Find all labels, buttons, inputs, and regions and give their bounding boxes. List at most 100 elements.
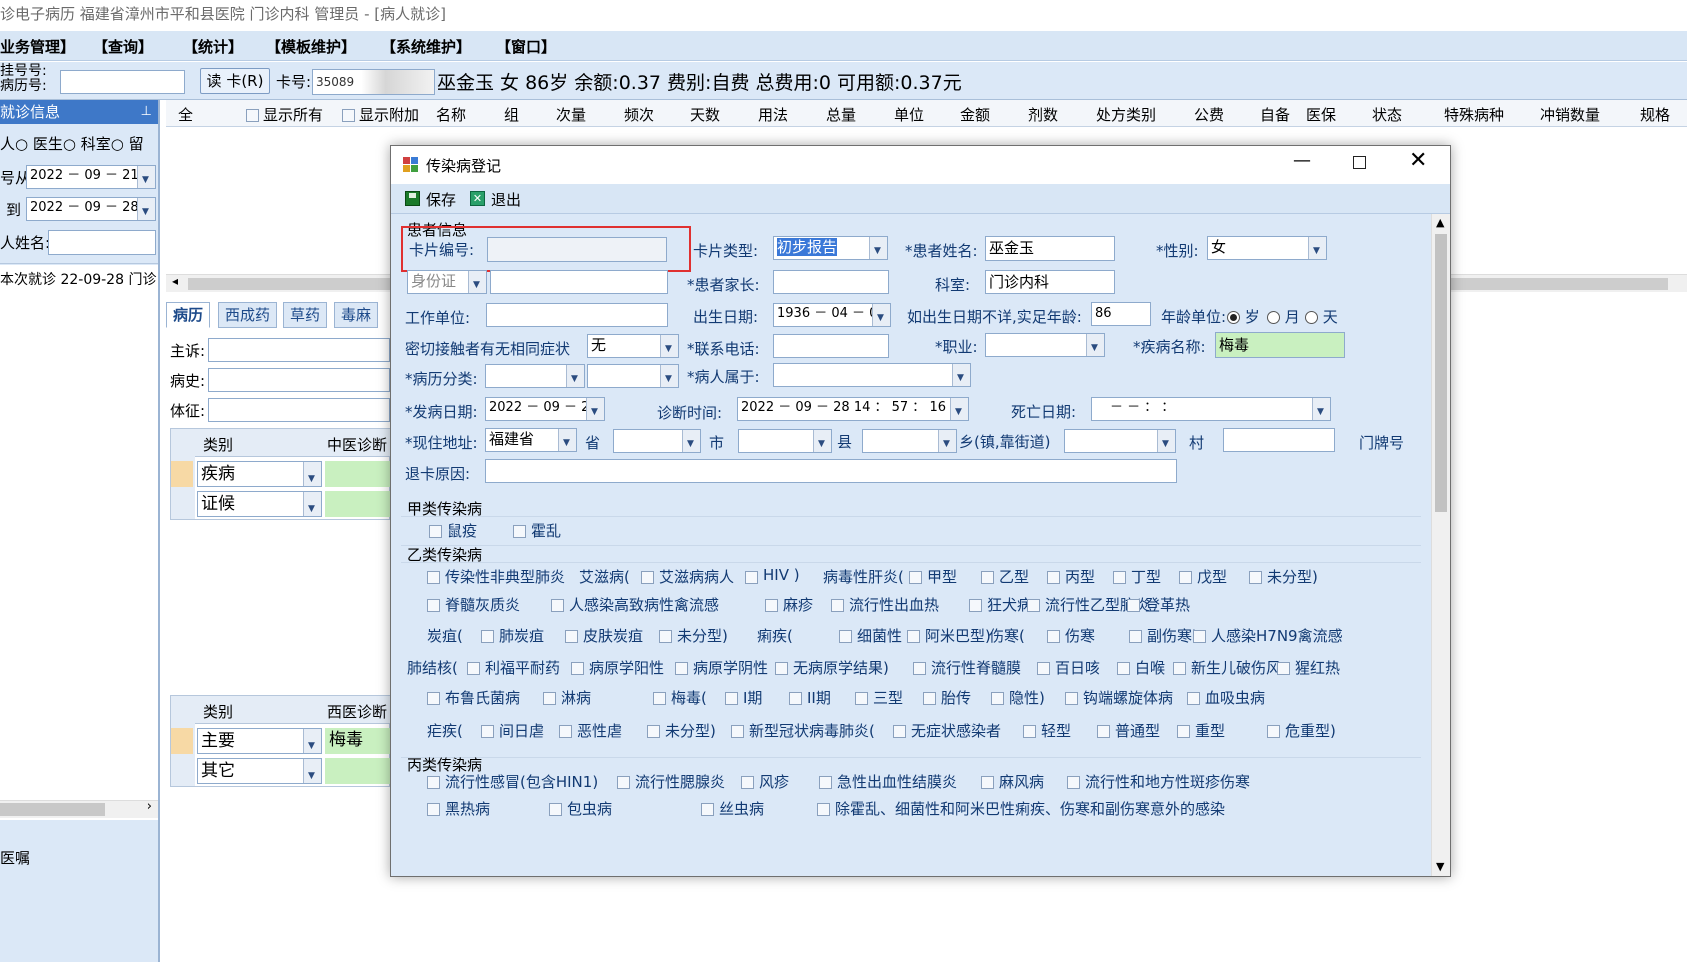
checkbox[interactable] [913, 662, 926, 675]
checkbox[interactable] [659, 630, 672, 643]
onset-date-picker[interactable]: 2022 － 09 － 28 [485, 397, 605, 421]
col-status[interactable]: 状态 [1372, 104, 1402, 125]
complaint-input[interactable] [208, 338, 390, 362]
col-offset[interactable]: 冲销数量 [1540, 104, 1600, 125]
chevron-down-icon[interactable] [566, 365, 584, 387]
chevron-down-icon[interactable] [303, 462, 321, 486]
checkbox[interactable] [775, 662, 788, 675]
checkbox[interactable] [481, 725, 494, 738]
col-all[interactable]: 全 [178, 104, 193, 125]
checkbox[interactable] [839, 630, 852, 643]
checkbox[interactable] [1267, 725, 1280, 738]
checkbox[interactable] [855, 692, 868, 705]
town-select[interactable] [862, 429, 957, 453]
dept-input[interactable]: 门诊内科 [985, 270, 1115, 294]
county-select[interactable] [738, 429, 832, 453]
read-card-button[interactable]: 读 卡(R) [200, 68, 270, 94]
street-select[interactable] [1064, 429, 1176, 453]
checkbox[interactable] [745, 571, 758, 584]
checkbox[interactable] [907, 630, 920, 643]
chevron-down-icon[interactable] [137, 166, 155, 188]
diag-time-picker[interactable]: 2022 － 09 － 28 14 ： 57 ： 16 [737, 397, 969, 421]
close-icon[interactable]: ✕ [1409, 148, 1427, 173]
col-freq[interactable]: 频次 [624, 104, 654, 125]
checkbox[interactable] [741, 776, 754, 789]
chevron-down-icon[interactable] [952, 364, 970, 386]
checkbox[interactable] [1117, 662, 1130, 675]
work-input[interactable] [486, 303, 668, 327]
checkbox[interactable] [1023, 725, 1036, 738]
tab-record[interactable]: 病历 [166, 302, 211, 328]
checkbox[interactable] [427, 571, 440, 584]
checkbox[interactable] [467, 662, 480, 675]
col-self[interactable]: 自备 [1260, 104, 1290, 125]
chevron-left-icon[interactable]: ◂ [172, 274, 178, 288]
chevron-down-icon[interactable] [303, 759, 321, 783]
checkbox[interactable] [731, 725, 744, 738]
col-days[interactable]: 天数 [690, 104, 720, 125]
checkbox[interactable] [571, 662, 584, 675]
checkbox[interactable] [1097, 725, 1110, 738]
col-insurance[interactable]: 医保 [1306, 104, 1336, 125]
col-spec[interactable]: 规格 [1640, 104, 1670, 125]
disease-name-input[interactable]: 梅毒 [1215, 332, 1345, 358]
sign-input[interactable] [208, 398, 390, 422]
horizontal-scrollbar[interactable]: › [0, 799, 158, 818]
col-usage[interactable]: 用法 [758, 104, 788, 125]
checkbox[interactable] [1179, 571, 1192, 584]
checkbox[interactable] [559, 725, 572, 738]
col-unit[interactable]: 单位 [894, 104, 924, 125]
patient-name-input[interactable]: 巫金玉 [985, 236, 1115, 261]
show-extra-checkbox[interactable]: 显示附加 [342, 104, 419, 125]
save-icon[interactable] [405, 191, 420, 206]
chevron-down-icon[interactable] [303, 729, 321, 753]
chevron-right-icon[interactable]: › [147, 799, 152, 814]
menu-business[interactable]: 业务管理】 [0, 36, 75, 57]
menu-query[interactable]: 【查询】 [93, 36, 153, 57]
card-no-input[interactable] [487, 237, 667, 262]
chevron-down-icon[interactable] [1086, 334, 1104, 356]
return-reason-input[interactable] [485, 459, 1177, 483]
checkbox[interactable] [981, 776, 994, 789]
checkbox[interactable] [1177, 725, 1190, 738]
chevron-down-icon[interactable] [303, 492, 321, 516]
village-input[interactable] [1223, 428, 1335, 452]
menu-window[interactable]: 【窗口】 [496, 36, 556, 57]
card-no-input[interactable]: 35089 [312, 69, 435, 95]
age-unit-month[interactable]: 月 [1267, 306, 1300, 327]
checkbox[interactable] [1065, 692, 1078, 705]
chevron-down-icon[interactable] [869, 237, 887, 259]
col-amount[interactable]: 金额 [960, 104, 990, 125]
checkbox[interactable] [551, 599, 564, 612]
to-date-picker[interactable]: 2022 － 09 － 28 [26, 197, 156, 221]
checkbox[interactable] [1127, 599, 1140, 612]
id-type-select[interactable]: 身份证 [407, 270, 487, 294]
visit-row[interactable]: 本次就诊 22-09-28 门诊 [0, 265, 158, 289]
checkbox[interactable] [1129, 630, 1142, 643]
col-total[interactable]: 总量 [826, 104, 856, 125]
birth-date-picker[interactable]: 1936 － 04 － 02 [773, 303, 891, 327]
job-select[interactable] [985, 333, 1105, 357]
sex-select[interactable]: 女 [1207, 236, 1327, 260]
checkbox[interactable] [893, 725, 906, 738]
checkbox[interactable] [1193, 630, 1206, 643]
checkbox[interactable] [549, 803, 562, 816]
show-all-checkbox[interactable]: 显示所有 [246, 104, 323, 125]
checkbox[interactable] [909, 571, 922, 584]
western-diagnosis-value[interactable]: 梅毒 [325, 728, 391, 754]
checkbox[interactable] [831, 599, 844, 612]
patient-name-input[interactable] [48, 230, 156, 255]
checkbox[interactable] [725, 692, 738, 705]
checkbox[interactable] [817, 803, 830, 816]
dialog-vscrollbar[interactable]: ▲ ▼ [1431, 214, 1450, 876]
belong-select[interactable] [773, 363, 971, 387]
checkbox[interactable] [427, 692, 440, 705]
checkbox[interactable] [701, 803, 714, 816]
save-button[interactable]: 保存 [426, 189, 456, 210]
checkbox[interactable] [427, 776, 440, 789]
checkbox[interactable] [1027, 599, 1040, 612]
checkbox[interactable] [1047, 630, 1060, 643]
death-date-picker[interactable]: － － ： ： [1091, 397, 1331, 421]
chevron-down-icon[interactable] [660, 335, 678, 357]
col-special[interactable]: 特殊病种 [1444, 104, 1504, 125]
